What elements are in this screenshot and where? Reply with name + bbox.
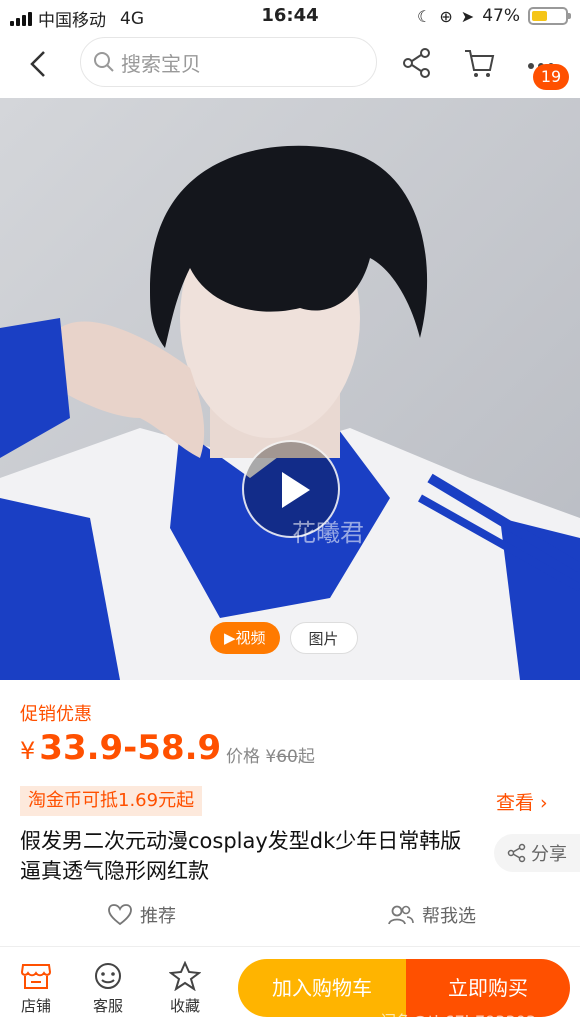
product-image[interactable]: 花曦君 [0, 98, 580, 680]
image-watermark: 花曦君 [292, 519, 364, 547]
help-choose-button[interactable]: 帮我选 [388, 902, 476, 928]
original-price: 价格 ¥60起 [226, 742, 315, 767]
rotation-lock-icon: ⊕ [439, 6, 453, 26]
orig-label: 价格 ¥ [226, 747, 277, 767]
promo-label: 促销优惠 [20, 704, 92, 725]
share-icon[interactable] [400, 46, 434, 80]
shop-icon [20, 964, 52, 989]
status-bar: 中国移动 4G 16:44 ☾ ⊕ ➤ 47% [0, 0, 580, 32]
location-icon: ➤ [460, 6, 475, 26]
orig-suffix: 起 [297, 747, 315, 767]
battery-percent: 47% [482, 6, 520, 26]
favorite-button[interactable]: 收藏 [155, 961, 215, 1016]
heart-icon [108, 904, 132, 926]
nav-bar: 搜索宝贝 19 [0, 32, 580, 98]
star-icon [169, 961, 201, 991]
service-label: 客服 [92, 997, 123, 1015]
price-range: 33.9-58.9 [39, 728, 222, 768]
back-icon[interactable] [24, 46, 54, 82]
media-tabs: ▶视频 图片 [210, 622, 358, 654]
share-icon [507, 843, 526, 863]
price-currency: ¥ [20, 737, 36, 765]
cart-icon[interactable] [462, 46, 496, 80]
search-icon [94, 52, 114, 72]
share-button[interactable]: 分享 [494, 834, 580, 872]
coin-discount-badge: 淘金币可抵1.69元起 [20, 786, 203, 816]
help-choose-label: 帮我选 [422, 906, 476, 927]
message-count-badge: 19 [533, 64, 569, 90]
chat-face-icon [95, 963, 121, 989]
recommend-button[interactable]: 推荐 [108, 902, 176, 928]
shop-button[interactable]: 店铺 [6, 961, 66, 1016]
moon-icon: ☾ [417, 6, 432, 26]
service-button[interactable]: 客服 [78, 961, 138, 1016]
share-label: 分享 [531, 844, 567, 865]
tab-photo[interactable]: 图片 [289, 622, 358, 654]
view-more-link[interactable]: 查看 › [496, 788, 548, 815]
recommend-label: 推荐 [140, 906, 176, 927]
orig-num: 60 [276, 747, 298, 767]
product-photo [0, 98, 580, 680]
status-right: ☾ ⊕ ➤ 47% [417, 6, 571, 26]
product-title: 假发男二次元动漫cosplay发型dk少年日常韩版逼真透气隐形网红款 [20, 829, 462, 883]
price: ¥33.9-58.9 [20, 728, 221, 768]
search-placeholder: 搜索宝贝 [121, 51, 201, 76]
people-icon [388, 905, 414, 925]
tab-video[interactable]: ▶视频 [210, 622, 280, 654]
battery-icon [528, 7, 571, 25]
shop-label: 店铺 [20, 997, 51, 1015]
favorite-label: 收藏 [169, 997, 200, 1015]
search-input[interactable]: 搜索宝贝 [80, 37, 377, 87]
platform-watermark: 闲鱼@tb67b793303 [380, 1012, 537, 1031]
